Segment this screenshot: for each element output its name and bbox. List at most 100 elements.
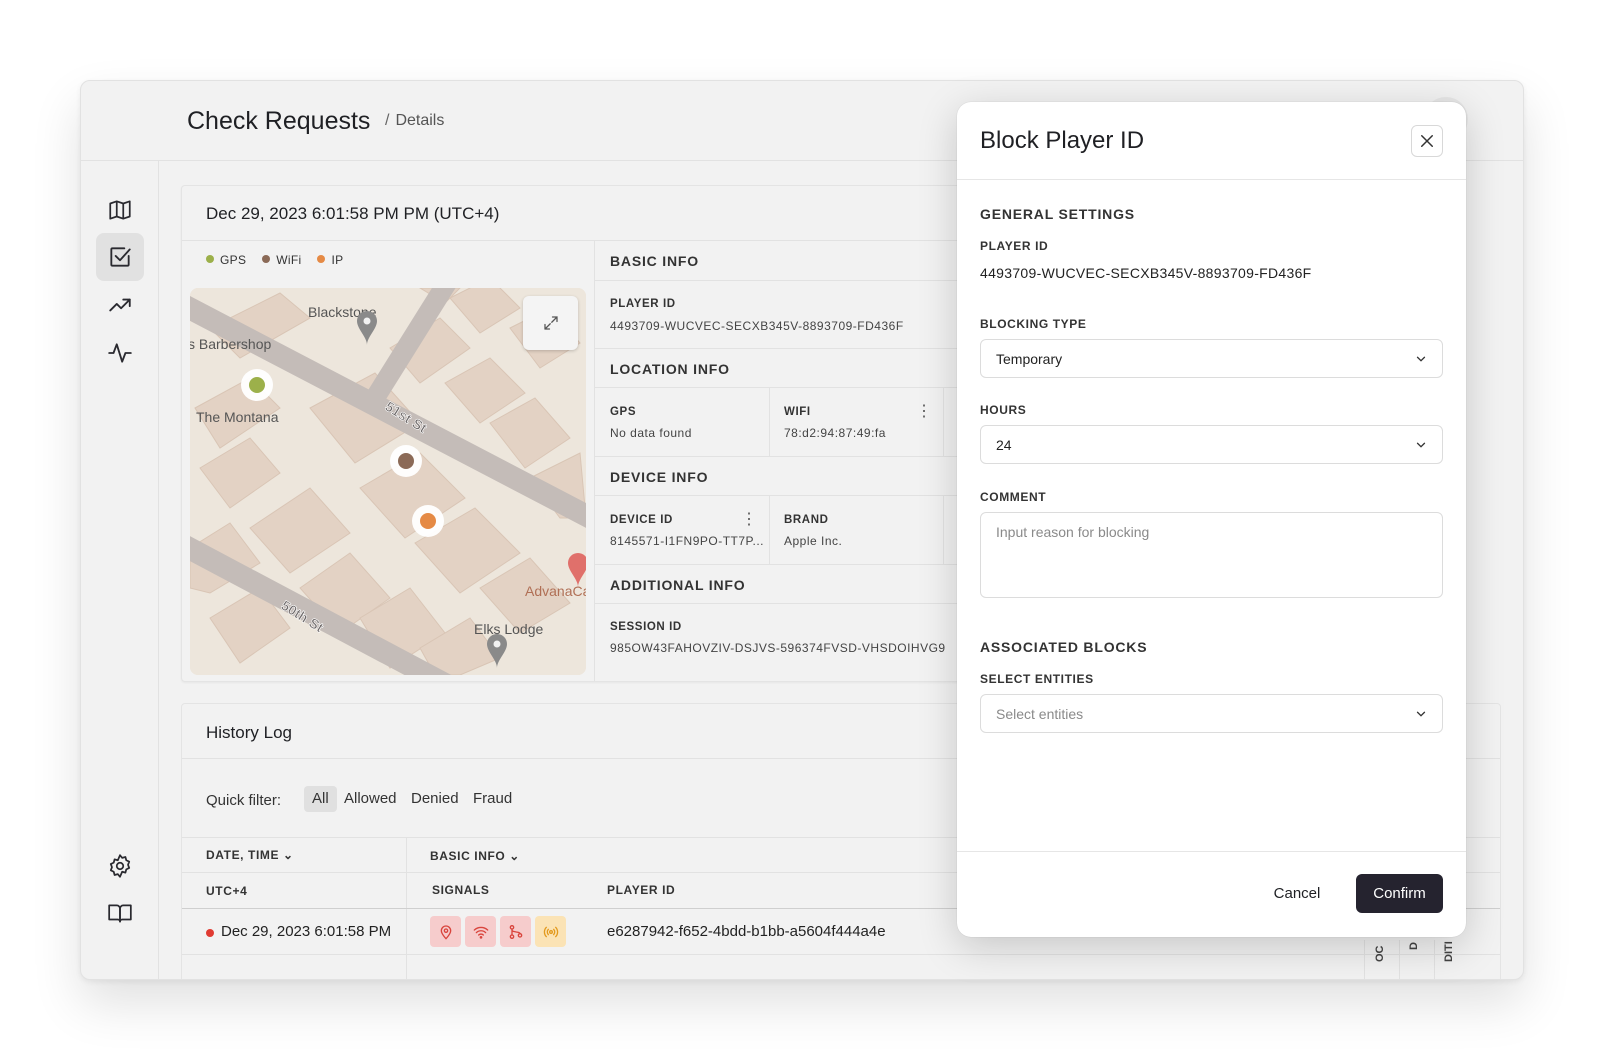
- column-group-basic-info[interactable]: BASIC INFO ⌄: [430, 849, 520, 863]
- divider: [406, 838, 407, 979]
- breadcrumb: / Details: [385, 112, 444, 130]
- git-branch-icon[interactable]: [500, 916, 531, 947]
- column-clipped: D: [1408, 942, 1420, 950]
- map-label-advanaca: AdvanaCa: [525, 583, 586, 599]
- general-settings-title: GENERAL SETTINGS: [980, 206, 1135, 222]
- divider: [595, 280, 980, 281]
- divider: [769, 496, 770, 564]
- column-group-date-time[interactable]: DATE, TIME ⌄: [206, 848, 294, 862]
- chevron-down-icon: ⌄: [509, 849, 520, 863]
- close-button[interactable]: [1411, 125, 1443, 157]
- request-details-card: Dec 29, 2023 6:01:58 PM PM (UTC+4) GPS W…: [181, 185, 981, 682]
- legend-label: GPS: [220, 253, 247, 267]
- divider: [957, 851, 1466, 852]
- filter-allowed[interactable]: Allowed: [336, 786, 405, 812]
- chevron-down-icon: [1416, 711, 1426, 717]
- sidebar-item-activity[interactable]: [96, 329, 144, 377]
- column-header-label: BASIC INFO: [430, 849, 506, 863]
- column-utc: UTC+4: [206, 884, 248, 898]
- divider: [1364, 940, 1365, 979]
- expand-map-button[interactable]: [523, 296, 578, 350]
- location-pin-icon[interactable]: [430, 916, 461, 947]
- wifi-value[interactable]: 78:d2:94:87:49:fa: [784, 426, 886, 440]
- select-entities-select[interactable]: Select entities: [980, 694, 1443, 733]
- blocking-type-label: BLOCKING TYPE: [980, 317, 1087, 331]
- device-id-value[interactable]: 8145571-I1FN9PO-TT7P...: [610, 534, 764, 548]
- map-label-elks-lodge: Elks Lodge: [474, 621, 543, 637]
- breadcrumb-separator: /: [385, 112, 390, 129]
- gps-dot-icon: [206, 255, 214, 263]
- select-entities-placeholder: Select entities: [996, 706, 1084, 722]
- device-more-icon[interactable]: ⋮: [741, 512, 757, 528]
- wifi-more-icon[interactable]: ⋮: [916, 404, 932, 420]
- select-entities-label: SELECT ENTITIES: [980, 672, 1094, 686]
- filter-fraud[interactable]: Fraud: [465, 786, 520, 812]
- map-icon: [109, 200, 131, 220]
- divider: [1399, 940, 1400, 979]
- trend-up-icon: [109, 298, 131, 312]
- gps-label: GPS: [610, 406, 637, 418]
- divider: [595, 456, 980, 457]
- confirm-button[interactable]: Confirm: [1356, 874, 1443, 913]
- request-datetime: Dec 29, 2023 6:01:58 PM PM (UTC+4): [206, 204, 500, 223]
- hours-value: 24: [996, 437, 1012, 453]
- quick-filter-label: Quick filter:: [206, 792, 282, 809]
- map-label-barbershop: s Barbershop: [190, 336, 271, 352]
- player-id-label: PLAYER ID: [980, 239, 1049, 253]
- brand-value: Apple Inc.: [784, 534, 843, 548]
- chevron-down-icon: [1416, 442, 1426, 448]
- wifi-dot-icon: [262, 255, 271, 263]
- sidebar-item-trends[interactable]: [96, 281, 144, 329]
- brand-label: BRAND: [784, 514, 829, 526]
- location-map[interactable]: Blackstone s Barbershop The Montana 51st…: [190, 288, 586, 675]
- checkbox-icon: [110, 247, 131, 267]
- filter-all[interactable]: All: [304, 786, 337, 812]
- device-id-label: DEVICE ID: [610, 514, 673, 526]
- expand-icon: [543, 316, 558, 330]
- filter-denied[interactable]: Denied: [403, 786, 467, 812]
- signal-legend: GPS WiFi IP: [206, 253, 343, 267]
- gps-marker[interactable]: [241, 369, 273, 401]
- divider: [595, 495, 980, 496]
- cancel-button[interactable]: Cancel: [1257, 874, 1337, 913]
- sidebar-item-check-requests[interactable]: [96, 233, 144, 281]
- location-info-title: LOCATION INFO: [610, 361, 730, 377]
- legend-item-ip: IP: [317, 253, 343, 267]
- drawer-title: Block Player ID: [980, 127, 1145, 154]
- column-signals: SIGNALS: [432, 883, 490, 897]
- column-header-label: DATE, TIME: [206, 848, 280, 862]
- hours-label: HOURS: [980, 403, 1027, 417]
- device-info-title: DEVICE INFO: [610, 469, 709, 485]
- legend-label: IP: [331, 253, 344, 267]
- ip-marker[interactable]: [412, 505, 444, 537]
- comment-field[interactable]: [980, 512, 1443, 598]
- sidebar-item-settings[interactable]: [96, 842, 144, 890]
- divider: [1434, 940, 1435, 979]
- wifi-marker[interactable]: [390, 445, 422, 477]
- session-id-label: SESSION ID: [610, 621, 682, 633]
- divider: [182, 954, 1500, 955]
- player-id-value[interactable]: 4493709-WUCVEC-SECXB345V-8893709-FD436F: [610, 319, 904, 333]
- sidebar-item-map[interactable]: [96, 186, 144, 234]
- comment-label: COMMENT: [980, 490, 1047, 504]
- pulse-icon: [108, 343, 132, 363]
- divider: [595, 387, 980, 388]
- row-player-id[interactable]: e6287942-f652-4bdd-b1bb-a5604f444a4e: [607, 923, 886, 940]
- divider: [943, 496, 944, 564]
- divider: [957, 179, 1466, 180]
- hours-select[interactable]: 24: [980, 425, 1443, 464]
- chevron-down-icon: ⌄: [283, 848, 294, 862]
- divider: [595, 348, 980, 349]
- close-icon: [1421, 135, 1433, 147]
- map-label-the-montana: The Montana: [196, 409, 279, 425]
- breadcrumb-current[interactable]: Details: [395, 112, 444, 129]
- status-dot-icon: [206, 929, 214, 937]
- column-clipped: DITI: [1443, 941, 1455, 962]
- page-title: Check Requests: [187, 107, 371, 135]
- blocking-type-select[interactable]: Temporary: [980, 339, 1443, 378]
- sidebar-item-docs[interactable]: [96, 889, 144, 937]
- wifi-icon[interactable]: [465, 916, 496, 947]
- broadcast-icon[interactable]: [535, 916, 566, 947]
- legend-label: WiFi: [276, 253, 302, 267]
- session-id-value[interactable]: 985OW43FAHOVZIV-DSJVS-596374FVSD-VHSDOIH…: [610, 641, 946, 655]
